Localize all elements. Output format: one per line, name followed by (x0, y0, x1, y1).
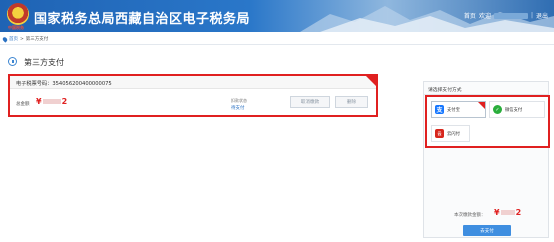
site-title: 国家税务总局西藏自治区电子税务局 (34, 12, 251, 27)
nav-home-link[interactable]: 首页 (464, 11, 476, 20)
pay-amount-tail: 2 (515, 208, 522, 217)
emblem-caption: 中国税务 (8, 25, 24, 30)
wechat-pay-label: 微信支付 (505, 107, 523, 113)
masked-amount (42, 99, 61, 104)
panel-title: 请选择支付方式 (428, 88, 462, 93)
total-amount-label: 总金额 (16, 102, 30, 107)
payment-method-panel: 请选择支付方式 支 支付宝 ✓ 微信支付 云 云闪付 本次缴款金额： ¥2 去支… (423, 81, 550, 238)
tax-bill-card: 电子税票号码：354056200400000075 总金额 ¥2 扣款状态 待支… (8, 74, 378, 117)
delete-button[interactable]: 删除 (335, 96, 368, 108)
total-amount-tail: 2 (61, 97, 68, 106)
page-title: 第三方支付 (24, 58, 64, 67)
go-pay-button[interactable]: 去支付 (463, 225, 511, 236)
unionpay-label: 云闪付 (447, 131, 460, 137)
total-amount-currency: ¥ (36, 97, 42, 106)
unionpay-icon: 云 (435, 129, 444, 138)
masked-pay-amount (500, 210, 515, 215)
breadcrumb-home-link[interactable]: 首页 (9, 36, 18, 42)
bill-code-value: 354056200400000075 (52, 81, 112, 87)
payment-method-options: 支 支付宝 ✓ 微信支付 云 云闪付 (425, 95, 550, 148)
site-header: 中国税务 国家税务总局西藏自治区电子税务局 首页 欢迎 | 退出 (0, 0, 554, 32)
wechat-pay-icon: ✓ (493, 105, 502, 114)
top-nav: 首页 欢迎 | 退出 (464, 11, 548, 20)
nav-divider: | (530, 12, 533, 19)
page: 中国税务 国家税务总局西藏自治区电子税务局 首页 欢迎 | 退出 首页 > 第三… (0, 0, 554, 242)
location-pin-icon (1, 35, 9, 43)
breadcrumb-divider (0, 44, 554, 45)
breadcrumb-current: 第三方支付 (25, 37, 49, 42)
tax-emblem-icon (7, 3, 29, 25)
pay-amount-currency: ¥ (494, 208, 500, 217)
cancel-payment-button[interactable]: 取消缴款 (290, 96, 330, 108)
alipay-label: 支付宝 (447, 107, 460, 113)
alipay-icon: 支 (435, 105, 444, 114)
total-amount-value: ¥2 (36, 97, 67, 106)
bill-code-label: 电子税票号码： (16, 81, 53, 87)
breadcrumb: 首页 > 第三方支付 (1, 35, 49, 43)
payment-status-value: 待支付 (231, 106, 245, 111)
info-circle-icon (8, 57, 17, 66)
bill-header: 电子税票号码：354056200400000075 (10, 76, 376, 89)
unionpay-option[interactable]: 云 云闪付 (431, 125, 470, 142)
pay-amount-value: ¥2 (494, 208, 521, 217)
bill-code-text: 电子税票号码：354056200400000075 (16, 80, 112, 87)
pay-amount-label: 本次缴款金额： (454, 213, 486, 218)
nav-exit-link[interactable]: 退出 (536, 11, 548, 20)
breadcrumb-separator: > (20, 36, 24, 42)
wechat-pay-option[interactable]: ✓ 微信支付 (489, 101, 545, 118)
selected-check-marker (478, 102, 485, 109)
bill-corner-marker (366, 76, 376, 86)
nav-welcome-text: 欢迎 (478, 13, 491, 20)
payment-status-label: 扣款状态 (231, 98, 247, 103)
alipay-option[interactable]: 支 支付宝 (431, 101, 486, 118)
masked-username (493, 12, 528, 19)
